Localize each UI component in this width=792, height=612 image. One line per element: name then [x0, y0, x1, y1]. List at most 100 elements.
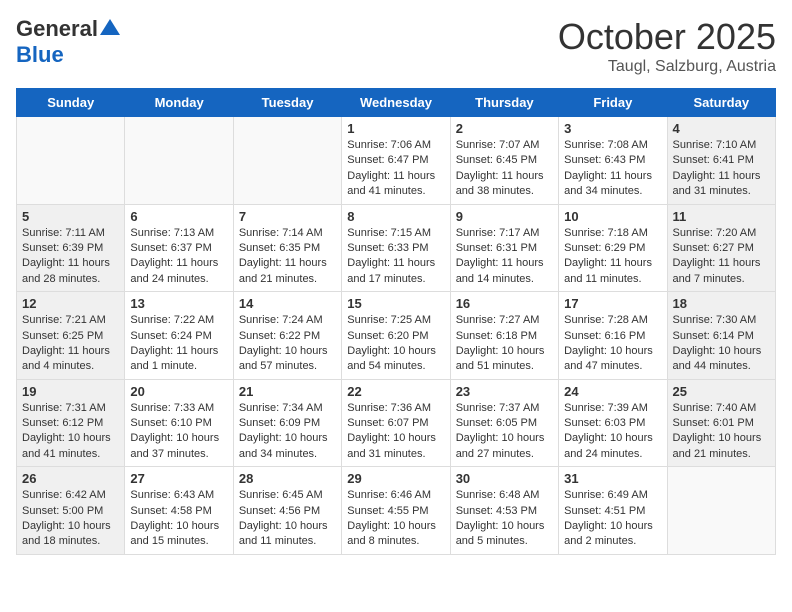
calendar-location: Taugl, Salzburg, Austria: [558, 58, 776, 76]
day-info: Sunrise: 7:18 AMSunset: 6:29 PMDaylight:…: [564, 226, 661, 288]
weekday-header-saturday: Saturday: [667, 89, 775, 117]
weekday-header-tuesday: Tuesday: [233, 89, 341, 117]
weekday-header-sunday: Sunday: [17, 89, 125, 117]
day-info: Sunrise: 7:13 AMSunset: 6:37 PMDaylight:…: [130, 226, 227, 288]
logo-triangle-icon: [100, 19, 120, 35]
calendar-title: October 2025: [558, 16, 776, 58]
day-info: Sunrise: 6:46 AMSunset: 4:55 PMDaylight:…: [347, 488, 444, 550]
day-number: 28: [239, 471, 336, 486]
calendar-cell: 26 Sunrise: 6:42 AMSunset: 5:00 PMDayligh…: [17, 467, 125, 555]
day-number: 8: [347, 209, 444, 224]
calendar-cell: 5Sunrise: 7:11 AMSunset: 6:39 PMDaylight…: [17, 204, 125, 292]
day-info: Sunrise: 7:25 AMSunset: 6:20 PMDaylight:…: [347, 313, 444, 375]
day-info: Sunrise: 7:34 AMSunset: 6:09 PMDaylight:…: [239, 401, 336, 463]
day-number: 11: [673, 209, 770, 224]
day-number: 15: [347, 296, 444, 311]
day-number: 25: [673, 384, 770, 399]
logo-blue-text: Blue: [16, 42, 64, 68]
day-info: Sunrise: 7:22 AMSunset: 6:24 PMDaylight:…: [130, 313, 227, 375]
day-number: 6: [130, 209, 227, 224]
calendar-cell: 1 Sunrise: 7:06 AMSunset: 6:47 PMDaylight…: [342, 117, 450, 205]
day-info: Sunrise: 7:17 AMSunset: 6:31 PMDaylight:…: [456, 226, 553, 288]
day-info: Sunrise: 7:30 AMSunset: 6:14 PMDaylight:…: [673, 313, 770, 375]
calendar-cell: 16 Sunrise: 7:27 AMSunset: 6:18 PMDayligh…: [450, 292, 558, 380]
day-number: 7: [239, 209, 336, 224]
calendar-cell: [233, 117, 341, 205]
day-info: Sunrise: 7:27 AMSunset: 6:18 PMDaylight:…: [456, 313, 553, 375]
calendar-week-row: 26 Sunrise: 6:42 AMSunset: 5:00 PMDayligh…: [17, 467, 776, 555]
day-number: 19: [22, 384, 119, 399]
day-info: Sunrise: 7:40 AMSunset: 6:01 PMDaylight:…: [673, 401, 770, 463]
day-number: 24: [564, 384, 661, 399]
day-info: Sunrise: 7:20 AMSunset: 6:27 PMDaylight:…: [673, 226, 770, 288]
day-number: 1: [347, 121, 444, 136]
calendar-cell: 27 Sunrise: 6:43 AMSunset: 4:58 PMDayligh…: [125, 467, 233, 555]
weekday-header-thursday: Thursday: [450, 89, 558, 117]
day-info: Sunrise: 6:42 AMSunset: 5:00 PMDaylight:…: [22, 488, 119, 550]
calendar-cell: 30Sunrise: 6:48 AMSunset: 4:53 PMDayligh…: [450, 467, 558, 555]
calendar-cell: 10 Sunrise: 7:18 AMSunset: 6:29 PMDayligh…: [559, 204, 667, 292]
day-number: 30: [456, 471, 553, 486]
calendar-week-row: 5Sunrise: 7:11 AMSunset: 6:39 PMDaylight…: [17, 204, 776, 292]
logo: General Blue: [16, 16, 120, 68]
calendar-cell: 23 Sunrise: 7:37 AMSunset: 6:05 PMDayligh…: [450, 379, 558, 467]
weekday-header-row: SundayMondayTuesdayWednesdayThursdayFrid…: [17, 89, 776, 117]
header: General Blue October 2025 Taugl, Salzbur…: [16, 16, 776, 76]
day-number: 14: [239, 296, 336, 311]
day-info: Sunrise: 7:07 AMSunset: 6:45 PMDaylight:…: [456, 138, 553, 200]
calendar-cell: 6 Sunrise: 7:13 AMSunset: 6:37 PMDaylight…: [125, 204, 233, 292]
calendar-cell: 25 Sunrise: 7:40 AMSunset: 6:01 PMDayligh…: [667, 379, 775, 467]
logo-general-text: General: [16, 16, 98, 42]
calendar-cell: 15 Sunrise: 7:25 AMSunset: 6:20 PMDayligh…: [342, 292, 450, 380]
day-number: 23: [456, 384, 553, 399]
calendar-week-row: 19 Sunrise: 7:31 AMSunset: 6:12 PMDayligh…: [17, 379, 776, 467]
calendar-cell: 18 Sunrise: 7:30 AMSunset: 6:14 PMDayligh…: [667, 292, 775, 380]
day-info: Sunrise: 6:49 AMSunset: 4:51 PMDaylight:…: [564, 488, 661, 550]
calendar-cell: 12Sunrise: 7:21 AMSunset: 6:25 PMDayligh…: [17, 292, 125, 380]
day-number: 4: [673, 121, 770, 136]
calendar-cell: 7 Sunrise: 7:14 AMSunset: 6:35 PMDaylight…: [233, 204, 341, 292]
day-info: Sunrise: 7:15 AMSunset: 6:33 PMDaylight:…: [347, 226, 444, 288]
day-info: Sunrise: 7:06 AMSunset: 6:47 PMDaylight:…: [347, 138, 444, 200]
calendar-cell: 22 Sunrise: 7:36 AMSunset: 6:07 PMDayligh…: [342, 379, 450, 467]
calendar-week-row: 1 Sunrise: 7:06 AMSunset: 6:47 PMDaylight…: [17, 117, 776, 205]
day-info: Sunrise: 7:39 AMSunset: 6:03 PMDaylight:…: [564, 401, 661, 463]
weekday-header-monday: Monday: [125, 89, 233, 117]
calendar-cell: 14 Sunrise: 7:24 AMSunset: 6:22 PMDayligh…: [233, 292, 341, 380]
calendar-cell: 21 Sunrise: 7:34 AMSunset: 6:09 PMDayligh…: [233, 379, 341, 467]
day-number: 17: [564, 296, 661, 311]
day-number: 26: [22, 471, 119, 486]
day-info: Sunrise: 7:36 AMSunset: 6:07 PMDaylight:…: [347, 401, 444, 463]
calendar-cell: [667, 467, 775, 555]
day-number: 10: [564, 209, 661, 224]
day-number: 18: [673, 296, 770, 311]
calendar-cell: 20Sunrise: 7:33 AMSunset: 6:10 PMDayligh…: [125, 379, 233, 467]
day-number: 9: [456, 209, 553, 224]
calendar-cell: 31Sunrise: 6:49 AMSunset: 4:51 PMDayligh…: [559, 467, 667, 555]
day-number: 27: [130, 471, 227, 486]
day-info: Sunrise: 6:43 AMSunset: 4:58 PMDaylight:…: [130, 488, 227, 550]
calendar-cell: 24 Sunrise: 7:39 AMSunset: 6:03 PMDayligh…: [559, 379, 667, 467]
day-info: Sunrise: 7:33 AMSunset: 6:10 PMDaylight:…: [130, 401, 227, 463]
day-info: Sunrise: 7:10 AMSunset: 6:41 PMDaylight:…: [673, 138, 770, 200]
calendar-cell: [17, 117, 125, 205]
day-info: Sunrise: 7:28 AMSunset: 6:16 PMDaylight:…: [564, 313, 661, 375]
day-info: Sunrise: 7:31 AMSunset: 6:12 PMDaylight:…: [22, 401, 119, 463]
day-info: Sunrise: 7:14 AMSunset: 6:35 PMDaylight:…: [239, 226, 336, 288]
calendar-cell: 13 Sunrise: 7:22 AMSunset: 6:24 PMDayligh…: [125, 292, 233, 380]
day-info: Sunrise: 6:45 AMSunset: 4:56 PMDaylight:…: [239, 488, 336, 550]
weekday-header-friday: Friday: [559, 89, 667, 117]
day-number: 29: [347, 471, 444, 486]
calendar-cell: 19 Sunrise: 7:31 AMSunset: 6:12 PMDayligh…: [17, 379, 125, 467]
day-number: 21: [239, 384, 336, 399]
calendar-cell: 8 Sunrise: 7:15 AMSunset: 6:33 PMDaylight…: [342, 204, 450, 292]
day-info: Sunrise: 7:24 AMSunset: 6:22 PMDaylight:…: [239, 313, 336, 375]
day-number: 22: [347, 384, 444, 399]
day-info: Sunrise: 7:11 AMSunset: 6:39 PMDaylight:…: [22, 226, 119, 288]
calendar-cell: 17 Sunrise: 7:28 AMSunset: 6:16 PMDayligh…: [559, 292, 667, 380]
day-info: Sunrise: 7:37 AMSunset: 6:05 PMDaylight:…: [456, 401, 553, 463]
day-number: 16: [456, 296, 553, 311]
day-number: 12: [22, 296, 119, 311]
calendar-cell: 4 Sunrise: 7:10 AMSunset: 6:41 PMDaylight…: [667, 117, 775, 205]
day-number: 13: [130, 296, 227, 311]
